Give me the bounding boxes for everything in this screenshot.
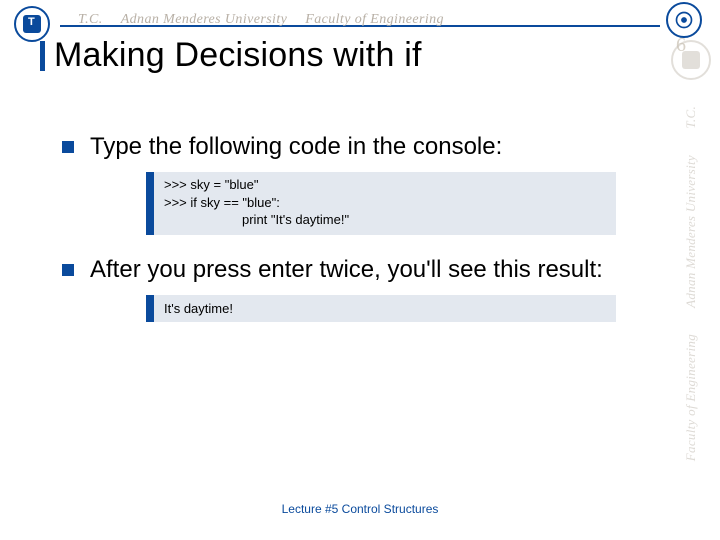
- slide-title: Making Decisions with if: [54, 36, 422, 75]
- code-block-2: It's daytime!: [146, 295, 616, 322]
- header-tc: T.C.: [78, 12, 103, 28]
- watermark-univ: Adnan Menderes University: [683, 155, 699, 308]
- bullet-row: After you press enter twice, you'll see …: [62, 255, 658, 285]
- code-block-1: >>> sky = "blue" >>> if sky == "blue": p…: [146, 172, 616, 235]
- bullet-text-2: After you press enter twice, you'll see …: [90, 255, 603, 285]
- bullet-icon: [62, 264, 74, 276]
- code-line: >>> sky = "blue": [164, 176, 606, 194]
- code-output-line: It's daytime!: [164, 301, 606, 316]
- bullet-icon: [62, 141, 74, 153]
- slide-body: Type the following code in the console: …: [62, 132, 658, 322]
- header-univ: Adnan Menderes University: [121, 12, 288, 28]
- faculty-logo-right: [666, 2, 702, 38]
- slide-footer: Lecture #5 Control Structures: [0, 502, 720, 516]
- gear-icon: [674, 10, 694, 30]
- title-accent-bar: [40, 41, 45, 71]
- watermark-logo: [671, 40, 711, 80]
- university-logo-left: [14, 6, 50, 42]
- code-line: >>> if sky == "blue":: [164, 194, 606, 212]
- code-line: print "It's daytime!": [164, 211, 606, 229]
- bullet-row: Type the following code in the console:: [62, 132, 658, 162]
- header-band: T.C. Adnan Menderes University Faculty o…: [14, 6, 702, 34]
- watermark-tc: T.C.: [683, 106, 699, 129]
- header-text: T.C. Adnan Menderes University Faculty o…: [50, 12, 666, 28]
- watermark-strip: T.C. Adnan Menderes University Faculty o…: [662, 40, 720, 500]
- header-fac: Faculty of Engineering: [305, 12, 444, 28]
- bullet-text-1: Type the following code in the console:: [90, 132, 502, 162]
- watermark-fac: Faculty of Engineering: [683, 334, 699, 461]
